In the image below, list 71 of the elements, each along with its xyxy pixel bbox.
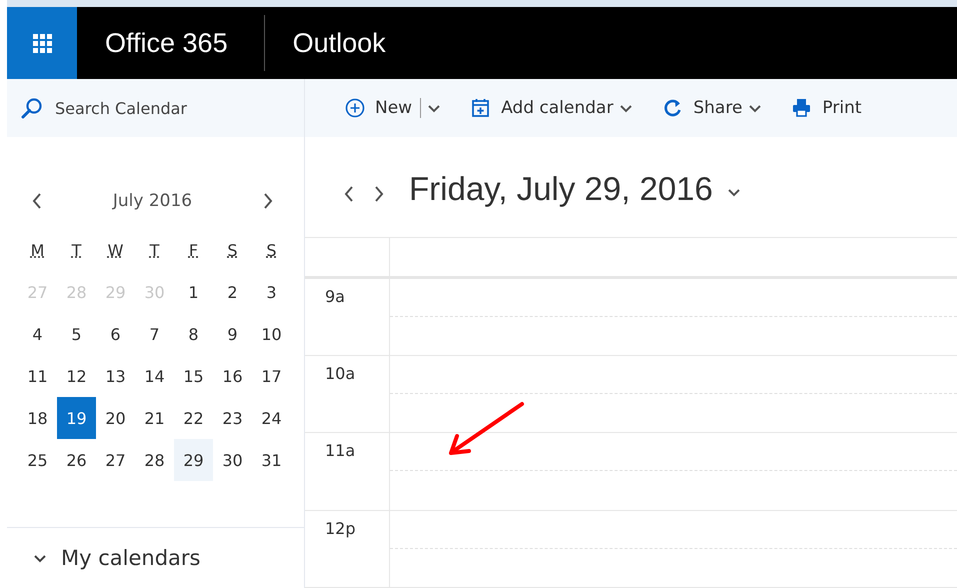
my-calendars-toggle[interactable]: My calendars	[33, 546, 200, 570]
calendar-day[interactable]: 4	[18, 313, 57, 355]
next-month-button[interactable]	[262, 192, 274, 210]
calendar-day[interactable]: 7	[135, 313, 174, 355]
add-button[interactable]: Add calendar	[471, 98, 634, 118]
calendar-day[interactable]: 3	[252, 271, 291, 313]
calendar-day[interactable]: 29	[174, 439, 213, 481]
weekday-label: S	[265, 240, 278, 262]
app-launcher-button[interactable]	[7, 7, 77, 79]
caret-icon	[427, 102, 442, 114]
calendar-day[interactable]: 26	[57, 439, 96, 481]
weekday-label: T	[148, 240, 160, 262]
chevron-right-icon	[262, 192, 274, 210]
hour-label: 12p	[325, 518, 356, 538]
hour-label: 10a	[325, 364, 356, 384]
calendar-day[interactable]: 14	[135, 355, 174, 397]
next-day-button[interactable]	[373, 185, 385, 204]
share-button[interactable]: Share	[663, 98, 762, 118]
chevron-left-icon	[31, 192, 43, 210]
weekday-label: T	[70, 240, 82, 262]
plus-circle-icon	[345, 98, 365, 118]
calendar-day[interactable]: 6	[96, 313, 135, 355]
share-icon	[663, 98, 684, 118]
printer-icon	[792, 98, 812, 118]
calendar-day[interactable]: 16	[213, 355, 252, 397]
weekday-label: S	[226, 240, 239, 262]
calendar-day[interactable]: 27	[96, 439, 135, 481]
calendar-day[interactable]: 23	[213, 397, 252, 439]
calendar-day[interactable]: 5	[57, 313, 96, 355]
calendar-day[interactable]: 31	[252, 439, 291, 481]
calendar-day[interactable]: 20	[96, 397, 135, 439]
chevron-right-icon	[373, 185, 385, 204]
calendar-day[interactable]: 2	[213, 271, 252, 313]
calendar-day[interactable]: 13	[96, 355, 135, 397]
search-field[interactable]: Search Calendar	[55, 96, 255, 120]
date-picker-button[interactable]: Friday, July 29, 2016	[409, 170, 741, 208]
caret-icon	[726, 186, 741, 198]
calendar-day[interactable]: 24	[252, 397, 291, 439]
calendar-day[interactable]: 19	[57, 397, 96, 439]
calendar-plus-icon	[471, 98, 492, 118]
calendar-day[interactable]: 1	[174, 271, 213, 313]
weekday-label: M	[30, 240, 46, 262]
app-name: Outlook	[292, 28, 386, 58]
calendar-day[interactable]: 21	[135, 397, 174, 439]
product-name: Office 365	[105, 28, 228, 58]
weekday-label: W	[106, 240, 124, 262]
hour-label: 11a	[325, 441, 356, 460]
calendar-day[interactable]: 8	[174, 313, 213, 355]
grid-icon	[32, 34, 52, 52]
calendar-day[interactable]: 28	[135, 439, 174, 481]
print-button[interactable]: Print	[792, 98, 862, 118]
calendar-day[interactable]: 11	[18, 355, 57, 397]
previous-day-button[interactable]	[343, 185, 355, 204]
calendar-day[interactable]: 22	[174, 397, 213, 439]
calendar-day[interactable]: 18	[18, 397, 57, 439]
weekday-label: F	[188, 240, 200, 262]
previous-month-button[interactable]	[31, 192, 43, 210]
calendar-day[interactable]: 30	[213, 439, 252, 481]
search-icon	[21, 97, 43, 119]
hour-label: 9a	[325, 286, 345, 306]
calendar-day[interactable]: 9	[213, 313, 252, 355]
calendar-day[interactable]: 25	[18, 439, 57, 481]
month-label: July 2016	[112, 191, 192, 211]
calendar-day[interactable]: 15	[174, 355, 213, 397]
calendar-day[interactable]: 17	[252, 355, 291, 397]
calendar-day[interactable]: 12	[57, 355, 96, 397]
calendar-day[interactable]: 10	[252, 313, 291, 355]
caret-icon	[619, 102, 634, 114]
caret-icon	[748, 102, 762, 114]
chevron-left-icon	[343, 185, 355, 204]
new-button[interactable]: New	[345, 98, 442, 118]
